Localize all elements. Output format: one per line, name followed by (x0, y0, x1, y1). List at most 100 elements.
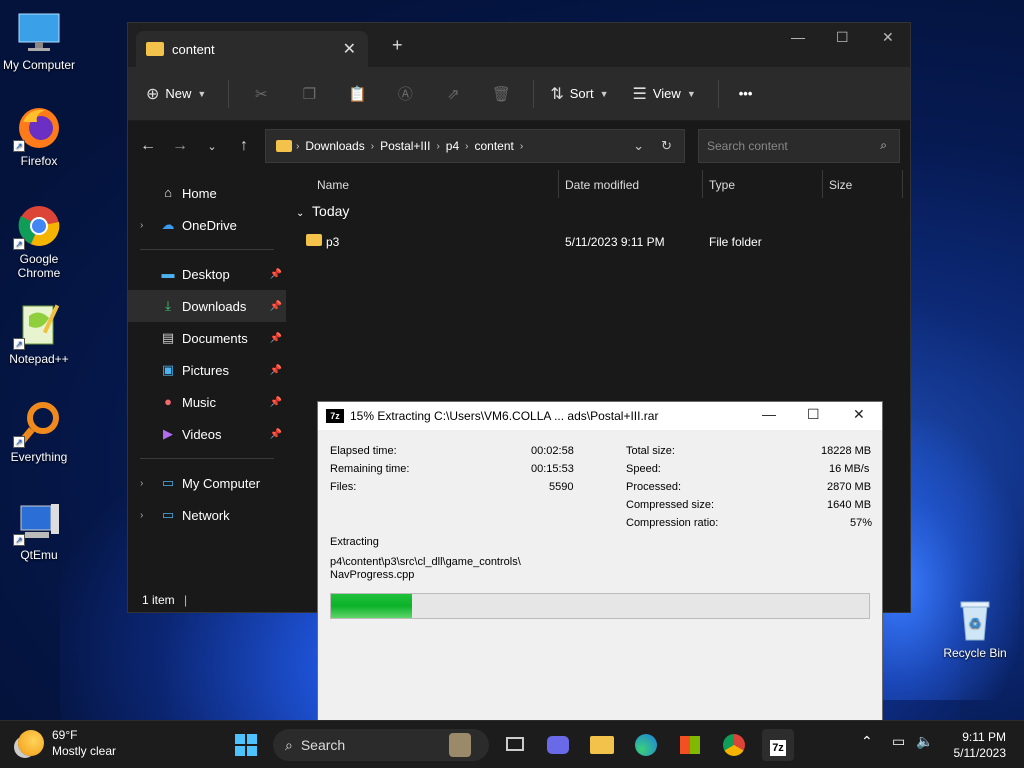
store-icon[interactable] (674, 729, 706, 761)
nav-item-onedrive[interactable]: › ☁ OneDrive (128, 209, 286, 241)
svg-text:♻: ♻ (969, 615, 982, 631)
taskbar-search[interactable]: ⌕ Search (273, 729, 489, 761)
explorer-toolbar: ⊕ New ▼ ✂ ❐ 📋 Ⓐ ⇗ 🗑 ⇅ Sort ▼ ☰ View ▼ ••… (128, 67, 910, 121)
breadcrumb-postal[interactable]: Postal+III (380, 139, 430, 153)
maximize-icon[interactable]: ☐ (807, 406, 820, 423)
new-tab-icon[interactable]: + (392, 35, 403, 56)
expand-icon[interactable]: › (140, 510, 143, 521)
recent-locations-icon[interactable]: ⌄ (196, 140, 228, 153)
refresh-icon[interactable]: ↻ (661, 138, 672, 154)
task-view-icon[interactable] (499, 729, 531, 761)
column-divider[interactable] (822, 170, 823, 198)
sort-button[interactable]: ⇅ Sort ▼ (550, 84, 608, 104)
nav-label: Videos (182, 426, 222, 442)
back-arrow-icon[interactable]: ← (132, 137, 164, 155)
nav-item-home[interactable]: ⌂ Home (128, 177, 286, 209)
paste-icon[interactable]: 📋 (333, 85, 381, 103)
desktop-icon-label: QtEmu (20, 548, 58, 562)
tab-close-icon[interactable]: ✕ (343, 39, 356, 59)
copy-icon[interactable]: ❐ (285, 85, 333, 103)
cut-icon[interactable]: ✂ (237, 85, 285, 103)
nav-label: Music (182, 394, 216, 410)
minimize-icon[interactable]: — (762, 406, 776, 422)
pin-icon: 📌 (269, 300, 282, 312)
breadcrumb-p4[interactable]: p4 (446, 139, 459, 153)
network-icon: ▭ (161, 507, 175, 522)
expand-icon[interactable]: › (140, 478, 143, 489)
desktop-icon-qtemu[interactable]: ↗ QtEmu (1, 498, 77, 562)
nav-item-documents[interactable]: ▤ Documents 📌 (128, 322, 286, 354)
column-divider[interactable] (558, 170, 559, 198)
nav-label: Downloads (182, 298, 247, 314)
chat-icon[interactable] (542, 729, 574, 761)
toolbar-separator (717, 79, 719, 108)
column-divider[interactable] (902, 170, 903, 198)
desktop-icon-firefox[interactable]: ↗ Firefox (1, 104, 77, 168)
tab-title: content (172, 41, 215, 57)
chevron-down-icon: ▼ (599, 88, 609, 99)
7zip-progress-dialog[interactable]: 7z 15% Extracting C:\Users\VM6.COLLA ...… (317, 401, 883, 721)
nav-item-network[interactable]: › ▭ Network (128, 499, 286, 531)
close-icon[interactable]: ✕ (853, 406, 865, 423)
nav-label: Documents (182, 330, 248, 346)
chrome-taskbar-icon[interactable] (718, 729, 750, 761)
maximize-icon[interactable]: ☐ (836, 29, 849, 46)
up-arrow-icon[interactable]: ↑ (228, 137, 260, 155)
expand-icon[interactable]: › (140, 220, 143, 231)
table-row[interactable]: p3 5/11/2023 9:11 PM File folder (304, 231, 904, 253)
windows-logo-icon (235, 734, 257, 756)
rename-icon[interactable]: Ⓐ (381, 83, 429, 104)
delete-icon[interactable]: 🗑 (477, 85, 525, 103)
weather-widget[interactable]: 69°F Mostly clear (18, 727, 116, 759)
nav-item-videos[interactable]: ▶ Videos 📌 (128, 418, 286, 450)
dialog-titlebar[interactable]: 7z 15% Extracting C:\Users\VM6.COLLA ...… (318, 402, 882, 430)
monitor-icon (15, 8, 63, 56)
clock-time: 9:11 PM (962, 730, 1006, 744)
view-button[interactable]: ☰ View ▼ (633, 84, 696, 104)
address-bar[interactable]: › Downloads › Postal+III › p4 › content … (265, 129, 685, 163)
explorer-titlebar[interactable]: content ✕ + — ☐ ✕ (128, 23, 910, 67)
nav-item-downloads[interactable]: ⤓ Downloads 📌 (128, 290, 286, 322)
close-window-icon[interactable]: ✕ (882, 29, 894, 46)
start-button[interactable] (230, 729, 262, 761)
desktop-icon-chrome[interactable]: ↗ Google Chrome (1, 202, 77, 280)
address-dropdown-icon[interactable]: ⌄ (633, 138, 644, 154)
music-icon: ● (164, 394, 172, 409)
file-explorer-taskbar-icon[interactable] (586, 729, 618, 761)
minimize-icon[interactable]: — (791, 29, 805, 45)
column-header-type[interactable]: Type (709, 178, 735, 192)
7zip-taskbar-icon[interactable]: 7z (762, 729, 794, 761)
nav-item-desktop[interactable]: ▬ Desktop 📌 (128, 258, 286, 290)
chevron-down-icon: ▼ (686, 88, 696, 99)
nav-item-music[interactable]: ● Music 📌 (128, 386, 286, 418)
show-hidden-icons-icon[interactable]: ⌃ (861, 733, 873, 750)
edge-icon[interactable] (630, 729, 662, 761)
volume-icon[interactable]: 🔈 (916, 733, 933, 750)
explorer-tab[interactable]: content ✕ (136, 31, 368, 67)
column-header-name[interactable]: Name (317, 178, 349, 192)
files-label: Files: (330, 481, 357, 493)
new-button[interactable]: ⊕ New ▼ (146, 84, 206, 104)
group-header-today[interactable]: ⌄ Today (296, 203, 349, 219)
compressed-size-label: Compressed size: (626, 499, 715, 511)
column-divider[interactable] (702, 170, 703, 198)
system-clock[interactable]: 9:11 PM 5/11/2023 (954, 729, 1007, 761)
column-header-size[interactable]: Size (829, 178, 852, 192)
pin-icon: 📌 (269, 428, 282, 440)
desktop-icon-my-computer[interactable]: My Computer (1, 8, 77, 72)
breadcrumb-downloads[interactable]: Downloads (305, 139, 364, 153)
breadcrumb-content[interactable]: content (474, 139, 513, 153)
toolbar-separator (228, 79, 230, 108)
nav-item-my-computer[interactable]: › ▭ My Computer (128, 467, 286, 499)
nav-label: Network (182, 507, 230, 523)
network-status-icon[interactable]: ▭ (892, 733, 905, 750)
desktop-icon-notepadpp[interactable]: ↗ Notepad++ (1, 302, 77, 366)
search-input[interactable]: Search content ⌕ (698, 129, 900, 163)
column-header-date[interactable]: Date modified (565, 178, 639, 192)
desktop-icon-recycle-bin[interactable]: ♻ Recycle Bin (937, 596, 1013, 660)
forward-arrow-icon[interactable]: → (164, 137, 196, 155)
more-options-button[interactable]: ••• (739, 86, 753, 101)
nav-item-pictures[interactable]: ▣ Pictures 📌 (128, 354, 286, 386)
desktop-icon-everything[interactable]: ↗ Everything (1, 400, 77, 464)
share-icon[interactable]: ⇗ (429, 85, 477, 103)
